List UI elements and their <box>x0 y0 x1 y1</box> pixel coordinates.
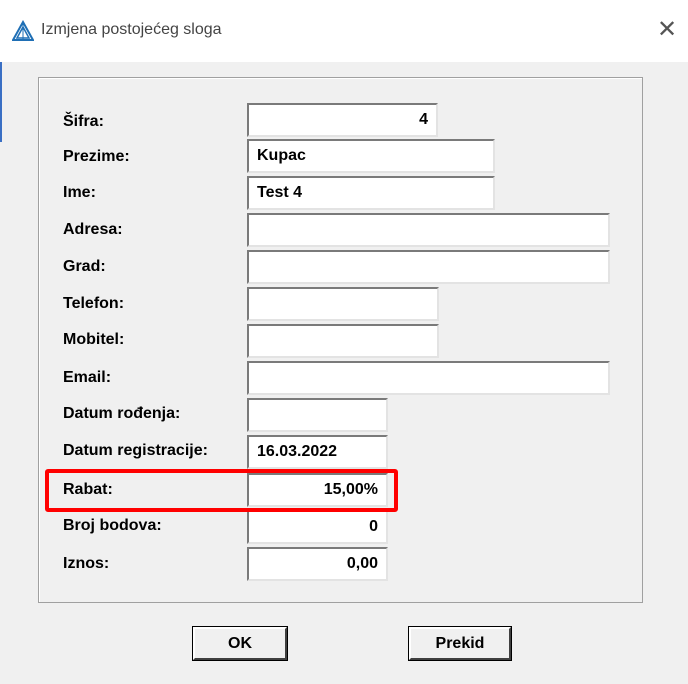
ok-button[interactable]: OK <box>192 626 288 661</box>
label-datum-rodjenja: Datum rođenja: <box>63 405 181 422</box>
adresa-field[interactable] <box>247 213 610 247</box>
window-title: Izmjena postojećeg sloga <box>41 21 222 38</box>
label-email: Email: <box>63 369 112 386</box>
label-iznos: Iznos: <box>63 555 110 572</box>
label-telefon: Telefon: <box>63 295 125 312</box>
dialog-window: Izmjena postojećeg sloga ✕ Šifra: Prezim… <box>0 0 688 684</box>
telefon-field[interactable] <box>247 287 439 321</box>
title-bar: Izmjena postojećeg sloga ✕ <box>0 0 688 62</box>
label-ime: Ime: <box>63 184 96 201</box>
prezime-field[interactable]: Kupac <box>247 139 495 173</box>
label-sifra: Šifra: <box>63 113 104 130</box>
window-edge <box>0 62 2 142</box>
iznos-field[interactable]: 0,00 <box>247 547 388 581</box>
cancel-button[interactable]: Prekid <box>408 626 512 661</box>
sifra-field[interactable]: 4 <box>247 103 438 137</box>
label-broj-bodova: Broj bodova: <box>63 517 162 534</box>
label-datum-registracije: Datum registracije: <box>63 442 208 459</box>
broj-bodova-field[interactable]: 0 <box>247 510 388 544</box>
datum-rodjenja-field[interactable] <box>247 398 388 432</box>
grad-field[interactable] <box>247 250 610 284</box>
close-button[interactable]: ✕ <box>650 14 684 46</box>
label-prezime: Prezime: <box>63 148 130 165</box>
app-logo-icon <box>12 20 34 41</box>
mobitel-field[interactable] <box>247 324 439 358</box>
datum-registracije-field[interactable]: 16.03.2022 <box>247 435 388 469</box>
label-adresa: Adresa: <box>63 221 123 238</box>
email-field[interactable] <box>247 361 610 395</box>
label-grad: Grad: <box>63 258 106 275</box>
close-icon: ✕ <box>656 16 678 43</box>
rabat-highlight-box <box>45 469 398 512</box>
ime-field[interactable]: Test 4 <box>247 176 495 210</box>
label-mobitel: Mobitel: <box>63 331 125 348</box>
